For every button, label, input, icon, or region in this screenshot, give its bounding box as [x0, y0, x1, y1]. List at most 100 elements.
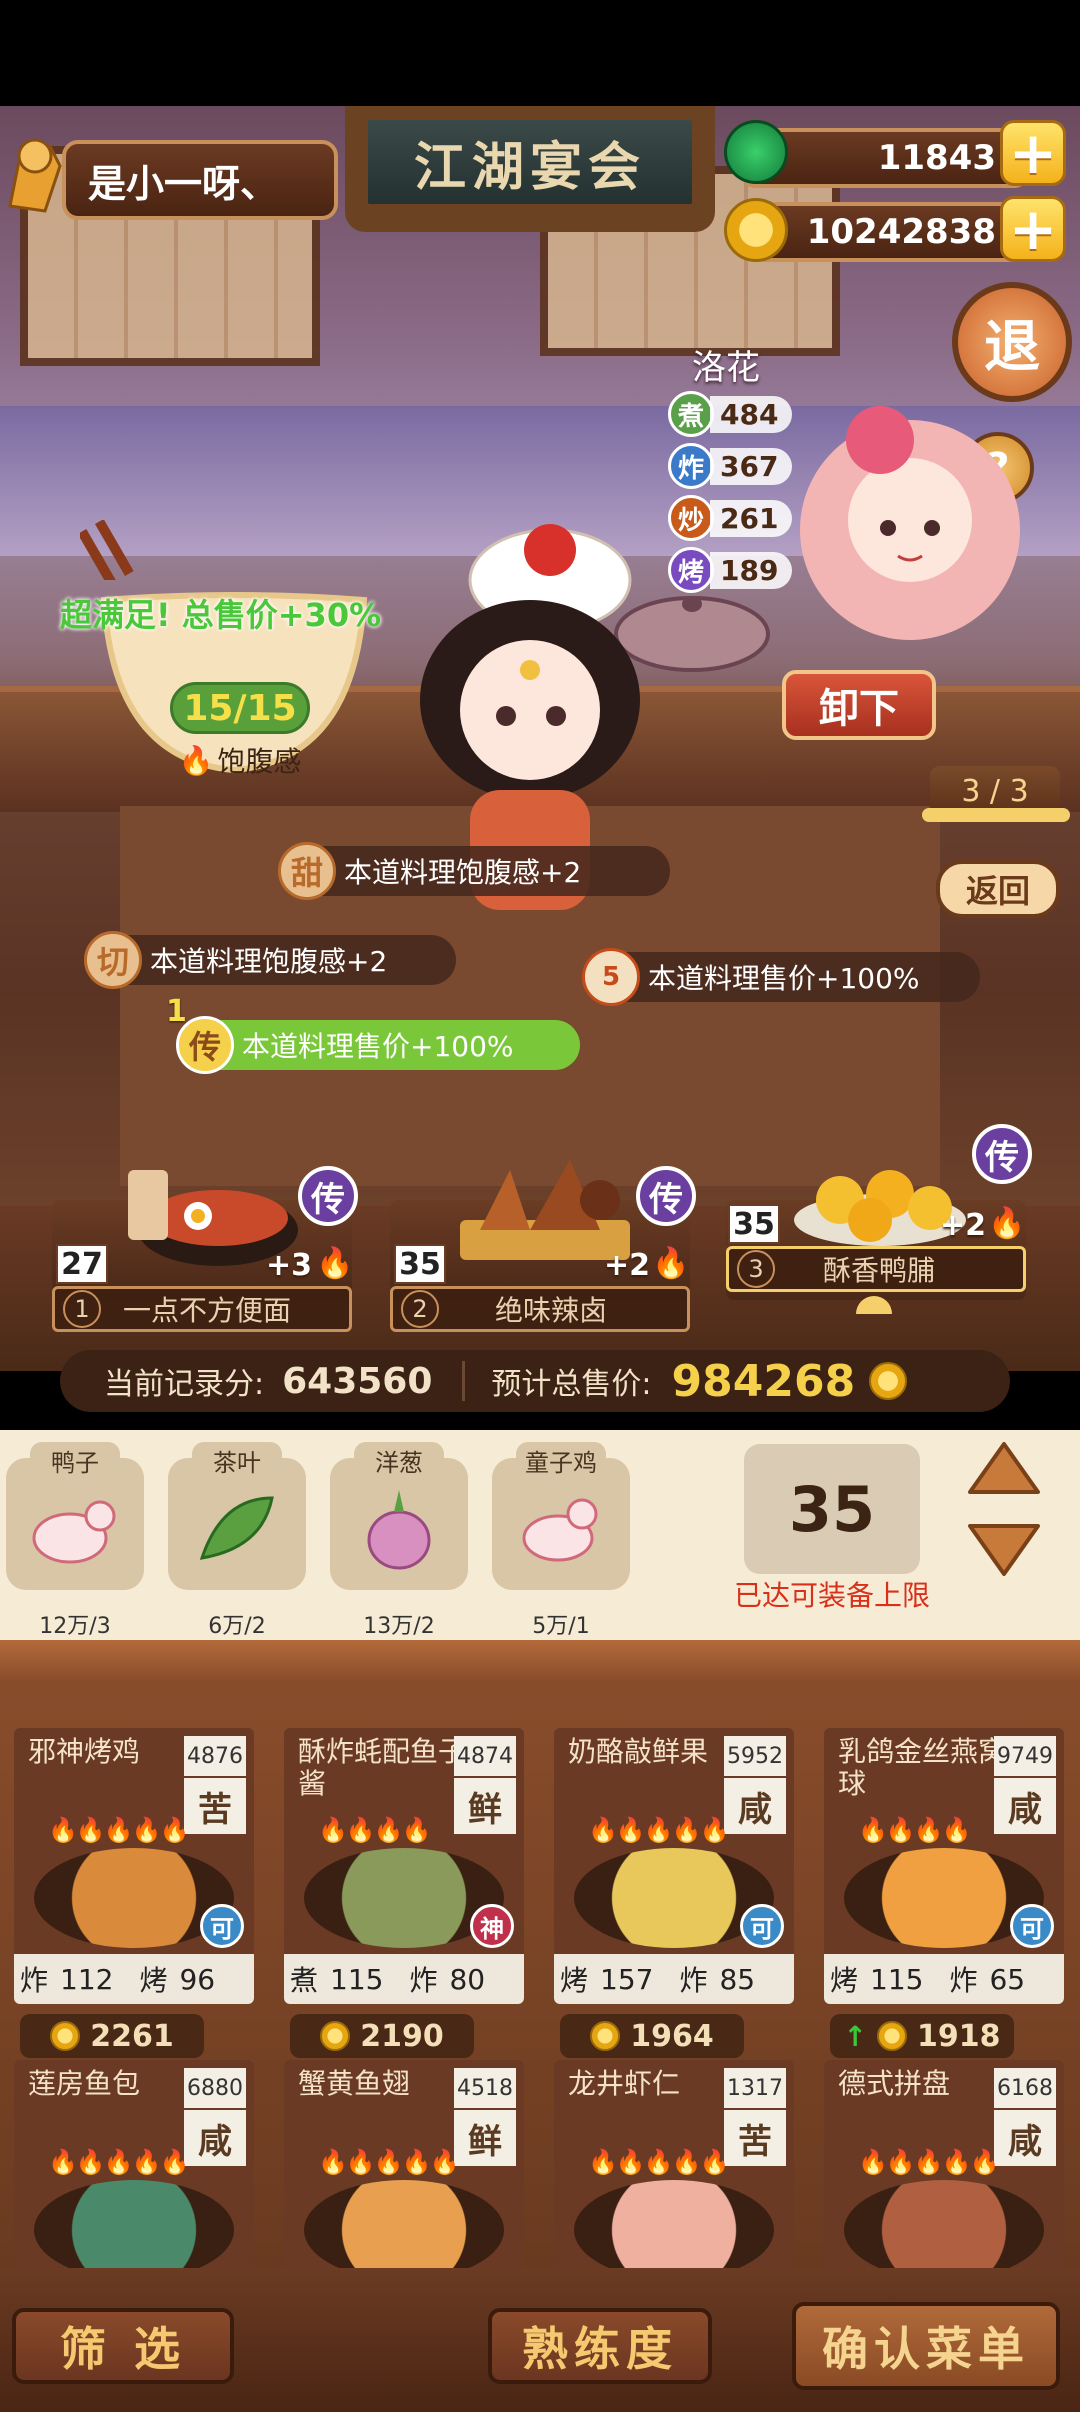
decrease-arrow-button[interactable] — [964, 1520, 1044, 1580]
recipe-image — [574, 2180, 774, 2270]
served-dish-name-2[interactable]: 2 绝味辣卤 — [390, 1286, 690, 1332]
flavor-tag: 苦 — [724, 2110, 786, 2166]
arrow-up-icon: ↑ — [843, 2019, 867, 2053]
skill-type: 烤 — [139, 1964, 168, 1997]
rarity-flames-icon: 🔥🔥🔥🔥🔥 — [48, 2148, 189, 2176]
skill-type: 烤 — [560, 1964, 589, 1997]
cut-icon: 切 — [84, 931, 142, 989]
coin-icon — [590, 2021, 621, 2051]
dish-index: 1 — [63, 1290, 101, 1328]
skill-value: 157 — [600, 1962, 654, 1996]
filter-button[interactable]: 筛 选 — [12, 2308, 234, 2384]
total-value: 984268 — [671, 1355, 856, 1407]
player-name[interactable]: 是小一呀、 — [62, 140, 338, 220]
quantity-display: 35 — [744, 1444, 920, 1574]
recipe-card[interactable]: 龙井虾仁 1317 苦 🔥🔥🔥🔥🔥 — [554, 2060, 794, 2270]
skill-type: 炸 — [409, 1964, 438, 1997]
add-coins-button[interactable]: + — [1000, 196, 1066, 262]
page-progress-bar — [922, 808, 1070, 822]
ingredient-tea[interactable]: 茶叶 6万/2 — [168, 1442, 306, 1639]
dish-bonus: +2 — [940, 1208, 987, 1243]
recipe-card[interactable]: 莲房鱼包 6880 咸 🔥🔥🔥🔥🔥 — [14, 2060, 254, 2270]
legendary-badge: 传 — [298, 1166, 358, 1226]
skill-value: 115 — [330, 1962, 384, 1996]
recipe-score: 4874 — [454, 1736, 516, 1776]
skill-type: 烤 — [830, 1964, 859, 1997]
boil-icon: 煮 — [668, 391, 714, 437]
score-bar: 当前记录分: 643560 预计总售价: 984268 — [60, 1350, 1010, 1412]
recipe-score: 1317 — [724, 2068, 786, 2108]
rarity-flames-icon: 🔥🔥🔥🔥🔥 — [588, 1816, 729, 1844]
ingredient-name: 茶叶 — [192, 1442, 282, 1478]
quantity-limit-notice: 已达可装备上限 — [733, 1579, 930, 1612]
recipe-card[interactable]: 奶酪敲鲜果 5952 咸 🔥🔥🔥🔥🔥 可烤 157 炸 85 — [554, 1728, 794, 2004]
recipe-card[interactable]: 邪神烤鸡 4876 苦 🔥🔥🔥🔥🔥 可炸 112 烤 96 — [14, 1728, 254, 2004]
recipe-skills: 烤 115 炸 65 — [824, 1954, 1064, 2004]
recipe-card[interactable]: 乳鸽金丝燕窝球 9749 咸 🔥🔥🔥🔥 可烤 115 炸 65 — [824, 1728, 1064, 2004]
stat-value: 261 — [710, 499, 793, 537]
ingredient-panel: 鸭子 12万/3 茶叶 6万/2 洋葱 13万/2 童子鸡 5万/1 35 已达… — [0, 1430, 1080, 1640]
recipe-skills: 炸 112 烤 96 — [14, 1954, 254, 2004]
recipe-card[interactable]: 酥炸蚝配鱼子酱 4874 鲜 🔥🔥🔥🔥 神煮 115 炸 80 — [284, 1728, 524, 2004]
back-button[interactable]: 返回 — [936, 860, 1060, 918]
recipe-price: 2261 — [20, 2014, 204, 2058]
dish-index: 2 — [401, 1290, 439, 1328]
served-dish-name-3[interactable]: 3 酥香鸭脯 — [726, 1246, 1026, 1292]
price-value: 2261 — [90, 2018, 174, 2054]
confirm-menu-button[interactable]: 确认菜单 — [792, 2302, 1060, 2390]
increase-arrow-button[interactable] — [964, 1438, 1044, 1498]
chopsticks-icon — [77, 519, 140, 586]
ingredient-chicken[interactable]: 童子鸡 5万/1 — [492, 1442, 630, 1639]
skill-type: 煮 — [290, 1964, 319, 1997]
skill-type: 炸 — [949, 1964, 978, 1997]
flame-icon: 🔥 — [316, 1246, 354, 1281]
flavor-tag: 咸 — [994, 1778, 1056, 1834]
price-value: 2190 — [360, 2018, 444, 2054]
tea-leaf-icon — [199, 1496, 274, 1560]
status-badge: 可 — [200, 1904, 244, 1948]
recipe-price: 1964 — [560, 2014, 744, 2058]
flame-icon: 🔥 — [988, 1206, 1026, 1241]
stat-value: 189 — [710, 551, 793, 589]
ingredient-qty: 5万/1 — [532, 1614, 590, 1639]
buff-sweet: 甜 本道料理饱腹感+2 — [278, 842, 670, 900]
recipe-score: 4876 — [184, 1736, 246, 1776]
recipe-price: ↑ 1918 — [830, 2014, 1014, 2058]
skill-value: 85 — [719, 1962, 756, 1996]
buff-cut: 切 本道料理饱腹感+2 — [84, 931, 456, 989]
legendary-badge: 传 — [972, 1124, 1032, 1184]
add-jade-button[interactable]: + — [1000, 120, 1066, 186]
satiety-label: 饱腹感 — [217, 745, 302, 778]
recipe-card[interactable]: 蟹黄鱼翅 4518 鲜 🔥🔥🔥🔥🔥 — [284, 2060, 524, 2270]
sweet-icon: 甜 — [278, 842, 336, 900]
unload-button[interactable]: 卸下 — [782, 670, 936, 740]
rarity-flames-icon: 🔥🔥🔥🔥 — [858, 1816, 972, 1844]
rarity-flames-icon: 🔥🔥🔥🔥🔥 — [48, 1816, 189, 1844]
dish-bonus: +2 — [604, 1248, 651, 1283]
coin-icon — [876, 2021, 907, 2051]
price-value: 1918 — [916, 2018, 1001, 2054]
chef-portrait[interactable] — [780, 380, 1040, 640]
ingredient-onion[interactable]: 洋葱 13万/2 — [330, 1442, 468, 1639]
player-avatar-icon[interactable] — [0, 126, 70, 216]
flavor-tag: 苦 — [184, 1778, 246, 1834]
dish-name: 酥香鸭脯 — [823, 1254, 936, 1287]
dish-index: 3 — [737, 1250, 775, 1288]
satiety-count: 15/15 — [170, 682, 310, 734]
event-title-sign: 江湖宴会 — [360, 112, 700, 212]
recipe-card[interactable]: 德式拼盘 6168 咸 🔥🔥🔥🔥🔥 — [824, 2060, 1064, 2270]
ingredient-duck[interactable]: 鸭子 12万/3 — [6, 1442, 144, 1639]
dish-count: 35 — [394, 1244, 446, 1284]
status-badge: 可 — [740, 1904, 784, 1948]
chef-name: 洛花 — [692, 348, 760, 388]
coin-icon — [869, 1362, 908, 1400]
served-dish-name-1[interactable]: 1 一点不方便面 — [52, 1286, 352, 1332]
recipe-name: 莲房鱼包 — [28, 2067, 141, 2100]
skill-value: 80 — [449, 1962, 486, 1996]
stat-fry: 炸 367 — [668, 443, 793, 489]
flavor-tag: 咸 — [724, 1778, 786, 1834]
skill-value: 96 — [179, 1962, 216, 1996]
proficiency-button[interactable]: 熟练度 — [488, 2308, 712, 2384]
recipe-name: 奶酪敲鲜果 — [568, 1735, 709, 1768]
dish-name: 绝味辣卤 — [495, 1294, 608, 1327]
